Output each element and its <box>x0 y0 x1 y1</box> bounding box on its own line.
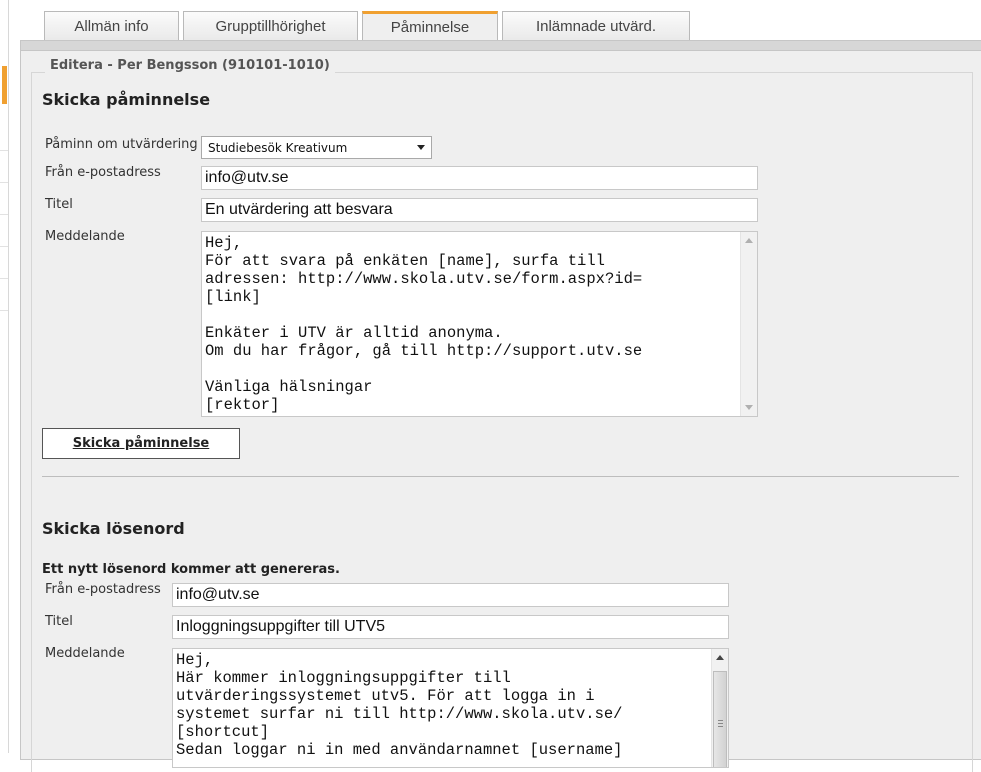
password-title-input[interactable]: Inloggningsuppgifter till UTV5 <box>172 615 729 639</box>
password-message-textarea[interactable]: Hej, Här kommer inloggningsuppgifter til… <box>172 648 729 768</box>
reminder-title-input[interactable]: En utvärdering att besvara <box>201 198 758 222</box>
grip-line <box>718 720 723 721</box>
reminder-from-input[interactable]: info@utv.se <box>201 166 758 190</box>
password-message-label: Meddelande <box>45 646 125 661</box>
nav-divider <box>0 310 8 311</box>
fieldset-legend: Editera - Per Bengsson (910101-1010) <box>45 58 335 73</box>
grip-line <box>718 726 723 727</box>
evaluation-select[interactable]: Studiebesök Kreativum <box>201 136 432 159</box>
reminder-message-textarea[interactable]: Hej, För att svara på enkäten [name], su… <box>201 231 758 417</box>
reminder-heading: Skicka påminnelse <box>42 90 211 109</box>
tab-paminnelse[interactable]: Påminnelse <box>362 11 498 41</box>
left-navigation-strip <box>0 0 9 753</box>
password-from-label: Från e-postadress <box>45 582 161 597</box>
password-title-label: Titel <box>45 614 73 629</box>
password-note: Ett nytt lösenord kommer att genereras. <box>42 562 340 577</box>
edit-panel: Editera - Per Bengsson (910101-1010) Ski… <box>20 40 981 772</box>
password-from-input[interactable]: info@utv.se <box>172 583 729 607</box>
chevron-down-icon <box>417 145 425 150</box>
tab-inlamnade-utvard[interactable]: Inlämnade utvärd. <box>502 11 690 41</box>
tab-grupptillhorighet[interactable]: Grupptillhörighet <box>183 11 358 41</box>
nav-divider <box>0 150 8 151</box>
reminder-message-scrollbar[interactable] <box>740 232 757 416</box>
tab-allman-info[interactable]: Allmän info <box>44 11 179 41</box>
section-divider <box>42 476 959 477</box>
active-nav-marker <box>2 66 7 104</box>
reminder-message-text: Hej, För att svara på enkäten [name], su… <box>205 234 643 414</box>
password-message-text: Hej, Här kommer inloggningsuppgifter til… <box>176 651 623 759</box>
password-message-scrollbar[interactable] <box>711 649 728 767</box>
evaluation-label: Påminn om utvärdering <box>45 137 198 152</box>
nav-divider <box>0 214 8 215</box>
nav-divider <box>0 278 8 279</box>
reminder-from-label: Från e-postadress <box>45 165 161 180</box>
send-reminder-button[interactable]: Skicka påminnelse <box>42 428 240 459</box>
scrollbar-thumb[interactable] <box>713 671 727 767</box>
grip-line <box>718 723 723 724</box>
reminder-title-label: Titel <box>45 197 73 212</box>
nav-divider <box>0 182 8 183</box>
scroll-up-icon[interactable] <box>745 238 753 243</box>
evaluation-select-value: Studiebesök Kreativum <box>208 141 348 155</box>
nav-divider <box>0 246 8 247</box>
reminder-message-label: Meddelande <box>45 229 125 244</box>
scroll-up-icon[interactable] <box>716 655 724 660</box>
password-heading: Skicka lösenord <box>42 519 185 538</box>
scroll-down-icon[interactable] <box>745 405 753 410</box>
panel-header-bar <box>21 41 981 51</box>
